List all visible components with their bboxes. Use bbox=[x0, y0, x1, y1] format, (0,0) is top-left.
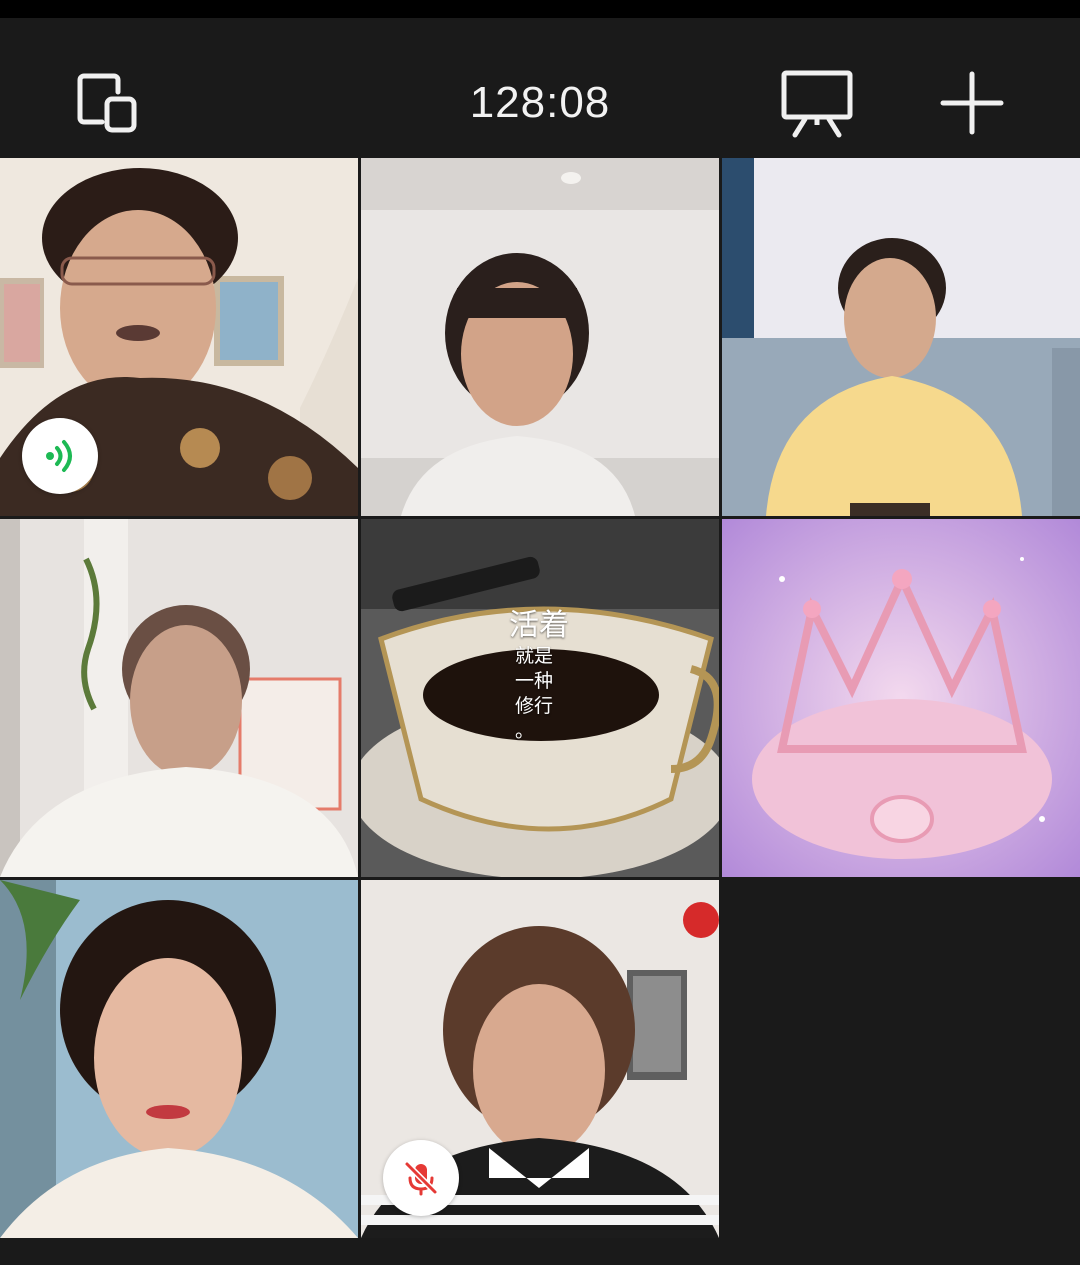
participant-tile-2[interactable] bbox=[361, 158, 719, 516]
participant-tile-4[interactable] bbox=[0, 519, 358, 877]
empty-slot bbox=[722, 880, 1080, 1238]
participant-tile-7[interactable] bbox=[0, 880, 358, 1238]
poem-line-4: 修行 bbox=[515, 695, 554, 717]
participant-tile-8[interactable] bbox=[361, 880, 719, 1238]
poem-line-5: 。 bbox=[515, 720, 535, 742]
participant-video bbox=[0, 519, 358, 877]
bottom-bar bbox=[0, 1238, 1080, 1265]
participant-tile-1[interactable] bbox=[0, 158, 358, 516]
poem-line-2: 就是 bbox=[515, 645, 554, 667]
participant-video bbox=[361, 158, 719, 516]
participant-tile-6[interactable] bbox=[722, 519, 1080, 877]
avatar-image-crown bbox=[722, 519, 1080, 877]
muted-indicator bbox=[383, 1140, 459, 1216]
add-member-button[interactable] bbox=[927, 58, 1017, 148]
video-grid: 活着 就是 一种 修行 。 bbox=[0, 158, 1080, 1238]
share-screen-button[interactable] bbox=[772, 58, 862, 148]
participant-video bbox=[0, 880, 358, 1238]
poem-overlay: 活着 就是 一种 修行 。 bbox=[509, 611, 569, 741]
microphone-off-icon bbox=[404, 1161, 438, 1196]
plus-icon bbox=[940, 71, 1004, 135]
call-duration: 128:08 bbox=[469, 78, 611, 127]
speaking-wave-icon bbox=[46, 440, 72, 472]
participant-video bbox=[722, 158, 1080, 516]
status-bar bbox=[0, 0, 1080, 18]
projector-screen-icon bbox=[781, 70, 853, 138]
floating-window-icon bbox=[77, 73, 137, 133]
poem-line-3: 一种 bbox=[515, 670, 554, 692]
participant-tile-5[interactable]: 活着 就是 一种 修行 。 bbox=[361, 519, 719, 877]
call-toolbar: 128:08 bbox=[0, 18, 1080, 158]
minimize-window-button[interactable] bbox=[62, 58, 152, 148]
speaking-indicator bbox=[22, 418, 98, 494]
participant-tile-3[interactable] bbox=[722, 158, 1080, 516]
poem-line-1: 活着 bbox=[509, 608, 569, 643]
